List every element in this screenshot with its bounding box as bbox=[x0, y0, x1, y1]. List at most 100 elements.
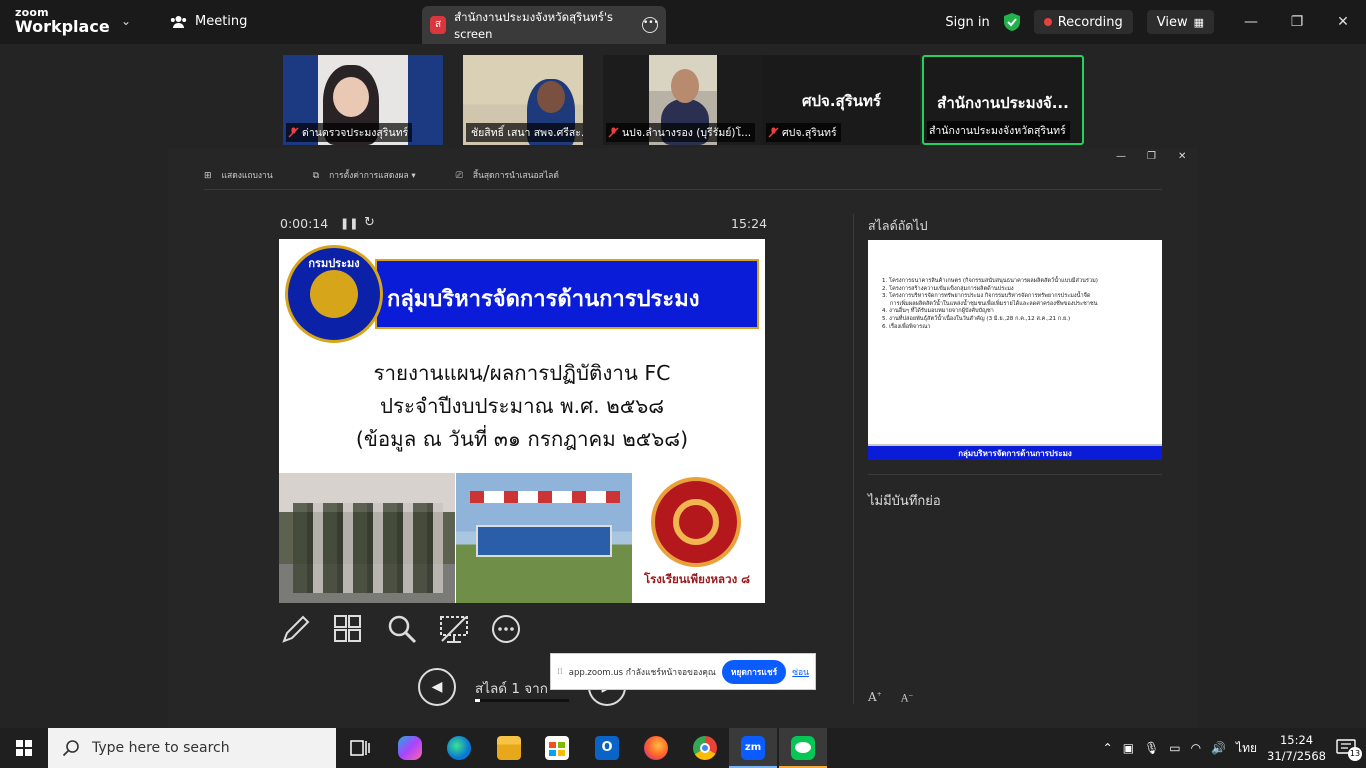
decrease-font-icon[interactable]: A− bbox=[901, 692, 913, 704]
emblem-caption: โรงเรียนเพียงหลวง ๘ bbox=[643, 572, 751, 586]
drag-handle-icon[interactable]: ⁞⁞ bbox=[557, 667, 563, 677]
end-slideshow-button[interactable]: ⎚ สิ้นสุดการนำเสนอสไลด์ bbox=[456, 168, 559, 182]
sign-in-button[interactable]: Sign in bbox=[945, 15, 989, 30]
recording-dot-icon bbox=[1043, 18, 1052, 26]
participant-tile[interactable]: นปจ.ลำนางรอง (บุรีรัมย์)โ... bbox=[603, 55, 763, 145]
mic-muted-icon bbox=[608, 127, 619, 138]
grid-view-icon: ▦ bbox=[1193, 15, 1204, 29]
display-settings-button[interactable]: ⧉ การตั้งค่าการแสดงผล ▾ bbox=[313, 168, 416, 182]
slide-photo-sign bbox=[456, 473, 632, 603]
view-label: View bbox=[1156, 14, 1188, 30]
pause-icon[interactable]: ❚❚ bbox=[340, 217, 358, 230]
taskbar-icon: ⊞ bbox=[204, 170, 212, 181]
zoom-magnifier-icon[interactable] bbox=[386, 613, 418, 645]
view-button[interactable]: View ▦ bbox=[1146, 10, 1214, 34]
close-icon[interactable]: ✕ bbox=[1178, 151, 1186, 162]
notification-count: 13 bbox=[1348, 747, 1362, 761]
minimize-window-button[interactable]: — bbox=[1228, 14, 1274, 30]
chevron-down-icon[interactable]: ⌄ bbox=[121, 14, 131, 28]
title-bar: zoom Workplace ⌄ Meeting ส สำนักงานประมง… bbox=[0, 0, 1366, 44]
copilot-icon[interactable] bbox=[398, 736, 422, 760]
slide-title-line: (ข้อมูล ณ วันที่ ๓๑ กรกฎาคม ๒๕๖๘) bbox=[355, 427, 689, 451]
zoom-logo[interactable]: zoom Workplace bbox=[15, 7, 110, 35]
firefox-icon[interactable] bbox=[644, 736, 668, 760]
close-window-button[interactable]: ✕ bbox=[1320, 14, 1366, 30]
restart-icon[interactable]: ↻ bbox=[364, 215, 375, 230]
active-speaker-tile[interactable]: สำนักงานประมงจั... สำนักงานประมงจังหวัดส… bbox=[922, 55, 1084, 145]
file-explorer-icon[interactable] bbox=[497, 736, 521, 760]
presenter-avatar: ส bbox=[430, 16, 447, 34]
next-slide-preview[interactable]: 1. โครงการธนาคารสินค้าเกษตร (กิจกรรมสนับ… bbox=[868, 240, 1162, 460]
participant-tile[interactable]: ด่านตรวจประมงสุรินทร์ bbox=[283, 55, 443, 145]
meeting-label: Meeting bbox=[195, 14, 248, 29]
participant-display-name: สำนักงานประมงจั... bbox=[937, 94, 1069, 112]
line-app-icon bbox=[791, 736, 815, 760]
task-view-icon[interactable] bbox=[348, 736, 372, 760]
next-slide-banner: กลุ่มบริหารจัดการด้านการประมง bbox=[868, 444, 1162, 460]
meeting-tab[interactable]: Meeting bbox=[170, 14, 247, 29]
slide-progress-bar bbox=[475, 699, 569, 702]
mic-muted-icon bbox=[288, 127, 299, 138]
list-item: 5. งานที่ปล่อยพันธุ์สัตว์น้ำเนื่องในวันส… bbox=[882, 315, 1071, 322]
taskbar-clock[interactable]: 15:24 31/7/2568 bbox=[1267, 732, 1326, 764]
more-options-icon[interactable] bbox=[490, 613, 522, 645]
battery-icon[interactable]: ▭ bbox=[1169, 741, 1180, 755]
microphone-icon[interactable]: 🎙 bbox=[1144, 741, 1159, 755]
current-slide[interactable]: กลุ่มบริหารจัดการด้านการประมง กรมประมง ร… bbox=[279, 239, 765, 603]
participant-name: ด่านตรวจประมงสุรินทร์ bbox=[286, 123, 413, 142]
chrome-icon[interactable] bbox=[693, 736, 717, 760]
hide-link[interactable]: ซ่อน bbox=[792, 665, 809, 679]
wifi-icon[interactable]: ◠ bbox=[1191, 741, 1201, 755]
system-tray: ⌃ ▣ 🎙 ▭ ◠ 🔊 ไทย 15:24 31/7/2568 13 bbox=[1103, 728, 1366, 768]
list-item: 1. โครงการธนาคารสินค้าเกษตร (กิจกรรมสนับ… bbox=[882, 278, 1098, 284]
restore-window-button[interactable]: ❐ bbox=[1274, 14, 1320, 30]
taskbar-search-box[interactable]: Type here to search bbox=[48, 728, 336, 768]
chevron-up-icon[interactable]: ⌃ bbox=[1103, 741, 1113, 755]
black-screen-icon[interactable] bbox=[438, 613, 470, 645]
slide-counter: สไลด์ 1 จาก bbox=[475, 681, 548, 697]
taskbar-line-active[interactable] bbox=[779, 728, 827, 768]
participant-tile[interactable]: ศปจ.สุรินทร์ ศปจ.สุรินทร์ bbox=[763, 55, 920, 145]
previous-slide-button[interactable]: ◀ bbox=[418, 668, 456, 706]
recording-label: Recording bbox=[1057, 14, 1123, 30]
show-taskbar-button[interactable]: ⊞ แสดงแถบงาน bbox=[204, 168, 273, 182]
slide-progress-fill bbox=[475, 699, 480, 702]
stop-sharing-button[interactable]: หยุดการแชร์ bbox=[721, 659, 787, 684]
school-emblem-logo bbox=[651, 477, 741, 567]
recording-indicator[interactable]: Recording bbox=[1033, 10, 1133, 34]
screen-sharing-notification: ⁞⁞ app.zoom.us กำลังแชร์หน้าจอของคุณ หยุ… bbox=[550, 653, 816, 690]
increase-font-icon[interactable]: A+ bbox=[868, 690, 882, 704]
elapsed-timer: 0:00:14 bbox=[280, 216, 329, 231]
slide-header-text: กลุ่มบริหารจัดการด้านการประมง bbox=[387, 287, 700, 312]
slide-photo-officials bbox=[279, 473, 455, 603]
microsoft-store-icon[interactable] bbox=[545, 736, 569, 760]
shared-screen: — ❐ ✕ ⊞ แสดงแถบงาน ⧉ การตั้งค่าการแสดงผล ▾… bbox=[168, 148, 1198, 728]
display-icon: ⧉ bbox=[312, 170, 320, 181]
meet-now-icon[interactable]: ▣ bbox=[1123, 741, 1134, 755]
taskbar-zoom-active[interactable]: zm bbox=[729, 728, 777, 768]
windows-taskbar: Type here to search O zm ⌃ ▣ 🎙 ▭ ◠ 🔊 ไทย… bbox=[0, 728, 1366, 768]
list-item: 3. โครงการบริหารจัดการทรัพยากรประมง กิจก… bbox=[882, 293, 1091, 300]
clock-time: 15:24 bbox=[1279, 733, 1314, 747]
share-screen-tab[interactable]: ส สำนักงานประมงจังหวัดสุรินทร์'s screen … bbox=[422, 6, 666, 44]
input-language[interactable]: ไทย bbox=[1236, 739, 1257, 758]
presenter-clock: 15:24 bbox=[731, 216, 768, 231]
see-all-slides-icon[interactable] bbox=[332, 613, 364, 645]
participant-tile[interactable]: ชัยสิทธิ์ เสนา สพจ.ศรีสะ... bbox=[463, 55, 583, 145]
department-seal-logo: กรมประมง bbox=[285, 245, 383, 343]
windows-start-icon[interactable] bbox=[0, 728, 48, 768]
slide-title: รายงานแผน/ผลการปฏิบัติงาน FC ประจำปีงบปร… bbox=[279, 357, 765, 456]
more-options-icon[interactable]: ••• bbox=[642, 17, 659, 33]
edge-browser-icon[interactable] bbox=[447, 736, 471, 760]
speaker-notes: ไม่มีบันทึกย่อ bbox=[868, 494, 941, 509]
pen-icon[interactable] bbox=[280, 613, 312, 645]
security-shield-icon[interactable] bbox=[1003, 13, 1020, 31]
outlook-icon[interactable]: O bbox=[595, 736, 619, 760]
sign-in-label: Sign in bbox=[945, 14, 990, 30]
end-show-icon: ⎚ bbox=[455, 170, 463, 181]
volume-icon[interactable]: 🔊 bbox=[1211, 741, 1226, 755]
share-tab-label: สำนักงานประมงจังหวัดสุรินทร์'s screen bbox=[454, 10, 614, 41]
next-slide-label: สไลด์ถัดไป bbox=[868, 218, 928, 233]
participant-name: ศปจ.สุรินทร์ bbox=[766, 123, 841, 142]
notifications-icon[interactable]: 13 bbox=[1336, 739, 1362, 761]
